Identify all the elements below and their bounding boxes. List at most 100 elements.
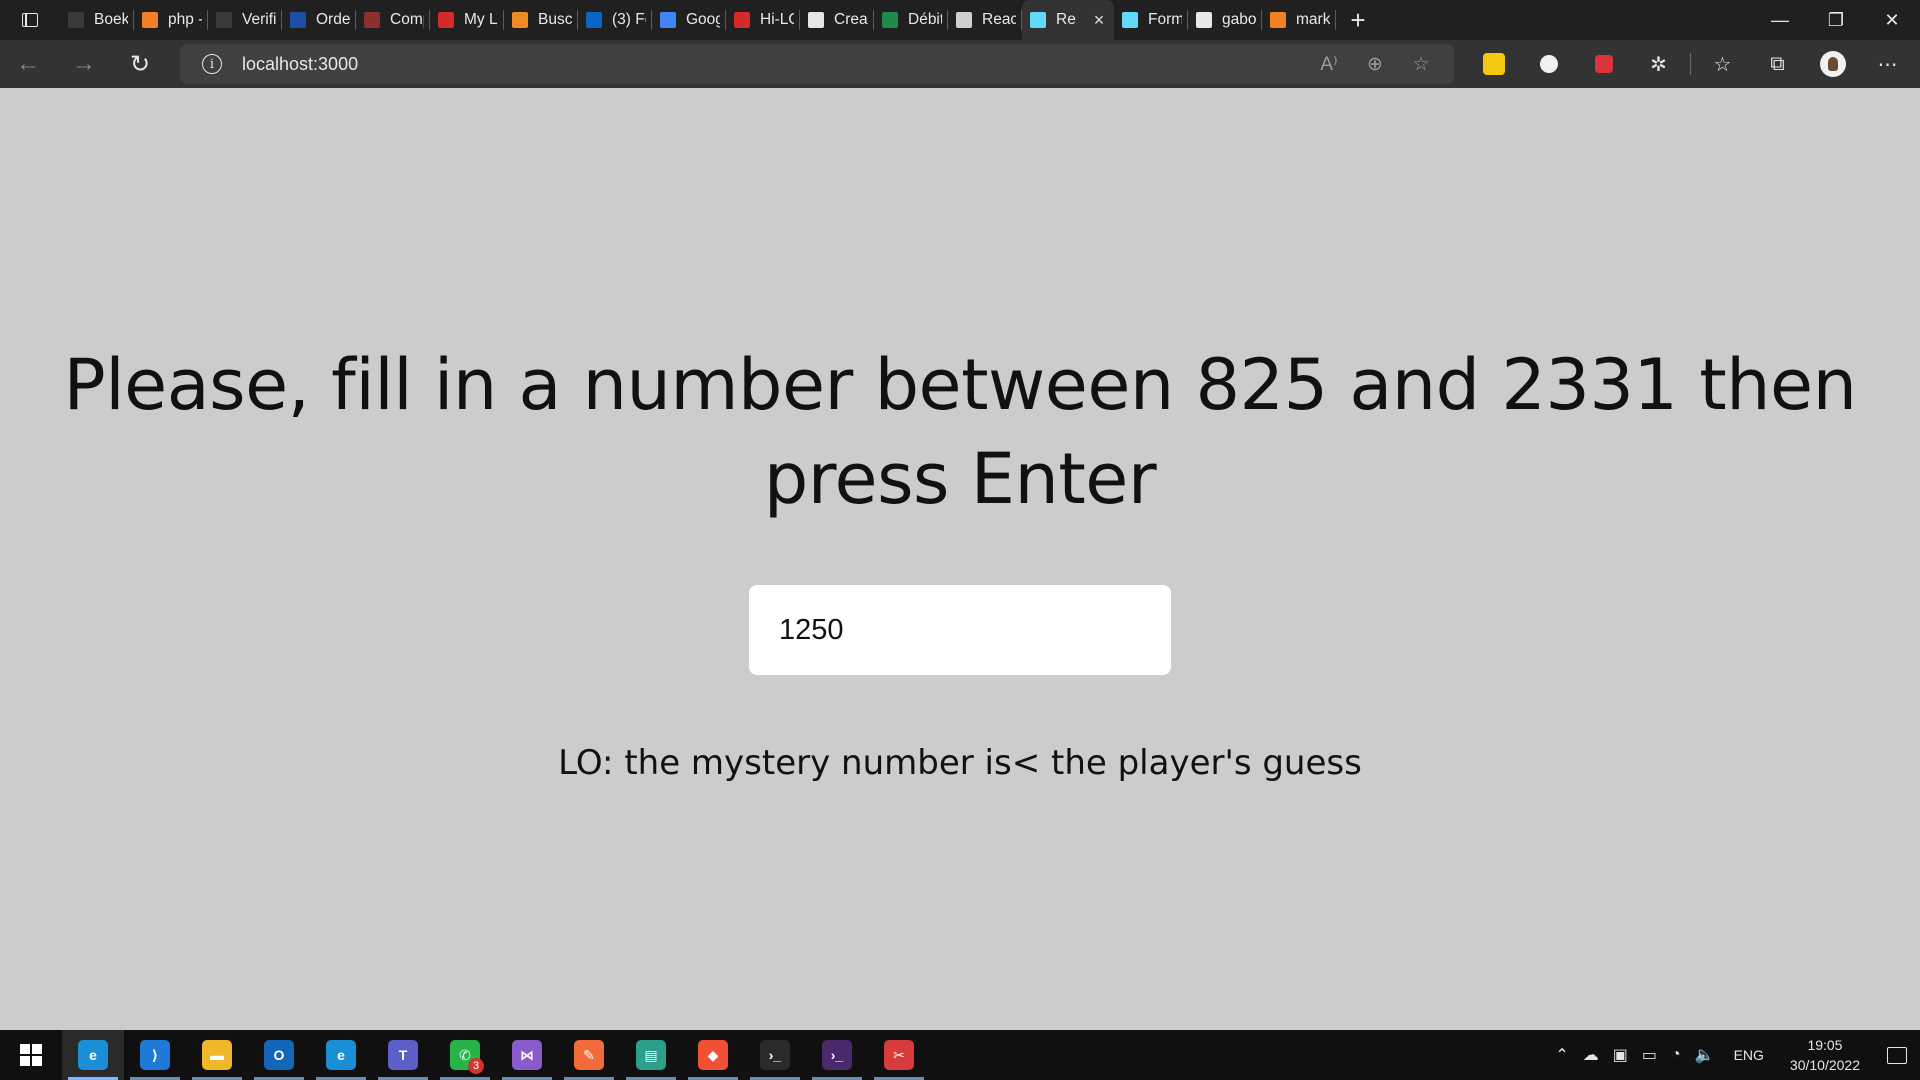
favorites-icon[interactable]: ☆ <box>1695 40 1750 88</box>
file-explorer-icon: ▬ <box>202 1040 232 1070</box>
minimize-button[interactable]: — <box>1752 0 1808 40</box>
browser-tab[interactable]: Ordem <box>282 0 356 40</box>
tab-active[interactable]: Re × <box>1022 0 1114 40</box>
document-icon <box>216 12 232 28</box>
tab-label: React <box>982 11 1016 28</box>
url-text[interactable]: localhost:3000 <box>242 54 358 75</box>
taskbar-app-git[interactable]: ◆ <box>682 1030 744 1080</box>
clock-time: 19:05 <box>1807 1037 1843 1053</box>
volume-icon[interactable]: 🔈 <box>1688 1045 1722 1065</box>
notification-center-button[interactable] <box>1874 1030 1920 1080</box>
tab-list: Boek a php - I Verifiq Ordem Compr My Las Busc… <box>60 0 1336 40</box>
tab-label: markd <box>1296 11 1330 28</box>
window-controls: — ❐ ✕ <box>1752 0 1920 40</box>
browser-tab[interactable]: Create <box>800 0 874 40</box>
browser-tab[interactable]: Forms <box>1114 0 1188 40</box>
taskbar-app-file-explorer[interactable]: ▬ <box>186 1030 248 1080</box>
wifi-icon[interactable]: ◔ <box>1664 1046 1688 1064</box>
battery-icon[interactable]: ▭ <box>1635 1045 1664 1065</box>
tab-label: Create <box>834 11 868 28</box>
taskbar-app-teams[interactable]: T <box>372 1030 434 1080</box>
add-favorite-icon[interactable]: ☆ <box>1398 53 1444 76</box>
taskbar-app-edge-dev[interactable]: e <box>310 1030 372 1080</box>
sticky-notes-extension-icon[interactable] <box>1466 40 1521 88</box>
taskbar-app-whatsapp[interactable]: ✆ 3 <box>434 1030 496 1080</box>
pdf-icon <box>734 12 750 28</box>
app-icon <box>438 12 454 28</box>
windows-logo-icon <box>20 1044 42 1066</box>
document-icon <box>68 12 84 28</box>
forward-button[interactable]: → <box>56 40 112 88</box>
vscode-icon: ⟩ <box>140 1040 170 1070</box>
browser-tab[interactable]: Compr <box>356 0 430 40</box>
address-bar[interactable]: i localhost:3000 A⁾ ⊕ ☆ <box>180 44 1454 84</box>
extensions-icon[interactable]: ✲ <box>1631 40 1686 88</box>
browser-tab[interactable]: Boek a <box>60 0 134 40</box>
zoom-icon[interactable]: ⊕ <box>1352 53 1398 76</box>
tab-label: (3) Fee <box>612 11 646 28</box>
browser-tab[interactable]: (3) Fee <box>578 0 652 40</box>
language-indicator[interactable]: ENG <box>1722 1047 1776 1063</box>
clock-date: 30/10/2022 <box>1789 1057 1860 1073</box>
close-tab-icon[interactable]: × <box>1090 10 1108 31</box>
profile-avatar[interactable] <box>1805 40 1860 88</box>
app-window-icon: ▤ <box>636 1040 666 1070</box>
taskbar-app-visual-studio[interactable]: ⋈ <box>496 1030 558 1080</box>
terminal-icon: ›_ <box>760 1040 790 1070</box>
taskbar-app-powershell-terminal[interactable]: ›_ <box>806 1030 868 1080</box>
taskbar-app-postman[interactable]: ✎ <box>558 1030 620 1080</box>
taskbar-app-terminal[interactable]: ›_ <box>744 1030 806 1080</box>
tab-actions-button[interactable] <box>0 0 60 40</box>
taskbar-app-outlook[interactable]: O <box>248 1030 310 1080</box>
start-button[interactable] <box>0 1030 62 1080</box>
taskbar-app-app-window[interactable]: ▤ <box>620 1030 682 1080</box>
collections-icon[interactable]: ⧉ <box>1750 40 1805 88</box>
taskbar-app-edge[interactable]: e <box>62 1030 124 1080</box>
new-tab-button[interactable]: + <box>1336 0 1380 40</box>
github-icon <box>808 12 824 28</box>
outlook-icon: O <box>264 1040 294 1070</box>
browser-tab[interactable]: Débito <box>874 0 948 40</box>
browser-tab[interactable]: markd <box>1262 0 1336 40</box>
red-extension-icon[interactable] <box>1576 40 1631 88</box>
security-icon[interactable]: ▣ <box>1606 1045 1635 1065</box>
browser-tab[interactable]: Verifiq <box>208 0 282 40</box>
taskbar-app-snipping-tool[interactable]: ✂ <box>868 1030 930 1080</box>
tab-label: Buscar <box>538 11 572 28</box>
edge-icon: e <box>78 1040 108 1070</box>
notification-badge: 3 <box>468 1058 484 1074</box>
browser-tab[interactable]: gaboO <box>1188 0 1262 40</box>
guess-number-input[interactable] <box>749 585 1171 675</box>
browser-tab[interactable]: My Las <box>430 0 504 40</box>
onedrive-icon[interactable]: ☁ <box>1576 1045 1606 1065</box>
read-aloud-icon[interactable]: A⁾ <box>1306 53 1352 76</box>
pdf-icon <box>364 12 380 28</box>
chatgpt-extension-icon[interactable] <box>1521 40 1576 88</box>
tab-label: Re <box>1056 11 1076 28</box>
close-window-button[interactable]: ✕ <box>1864 0 1920 40</box>
taskbar-app-vscode[interactable]: ⟩ <box>124 1030 186 1080</box>
browser-tab[interactable]: Buscar <box>504 0 578 40</box>
site-info-icon[interactable]: i <box>202 54 222 74</box>
browser-toolbar: ← → ↻ i localhost:3000 A⁾ ⊕ ☆ ✲ ☆ ⧉ ⋯ <box>0 40 1920 88</box>
browser-tab[interactable]: Google <box>652 0 726 40</box>
restore-button[interactable]: ❐ <box>1808 0 1864 40</box>
pinned-apps: e ⟩ ▬ Oe T ✆ 3 ⋈ ✎ ▤ ◆ ›_ ›_ ✂ <box>62 1030 930 1080</box>
stackoverflow-icon <box>142 12 158 28</box>
browser-tab[interactable]: php - I <box>134 0 208 40</box>
visual-studio-icon: ⋈ <box>512 1040 542 1070</box>
refresh-button[interactable]: ↻ <box>112 40 168 88</box>
snipping-tool-icon: ✂ <box>884 1040 914 1070</box>
tab-label: php - I <box>168 11 202 28</box>
browser-tab[interactable]: Hi-LO <box>726 0 800 40</box>
react-icon <box>1030 12 1046 28</box>
clock[interactable]: 19:05 30/10/2022 <box>1776 1035 1874 1075</box>
show-hidden-icons-icon[interactable]: ⌃ <box>1548 1045 1575 1065</box>
tab-label: Compr <box>390 11 424 28</box>
settings-more-icon[interactable]: ⋯ <box>1860 40 1915 88</box>
git-icon: ◆ <box>698 1040 728 1070</box>
powershell-terminal-icon: ›_ <box>822 1040 852 1070</box>
back-button[interactable]: ← <box>0 40 56 88</box>
browser-tab[interactable]: React <box>948 0 1022 40</box>
toolbar-divider <box>1690 53 1691 75</box>
